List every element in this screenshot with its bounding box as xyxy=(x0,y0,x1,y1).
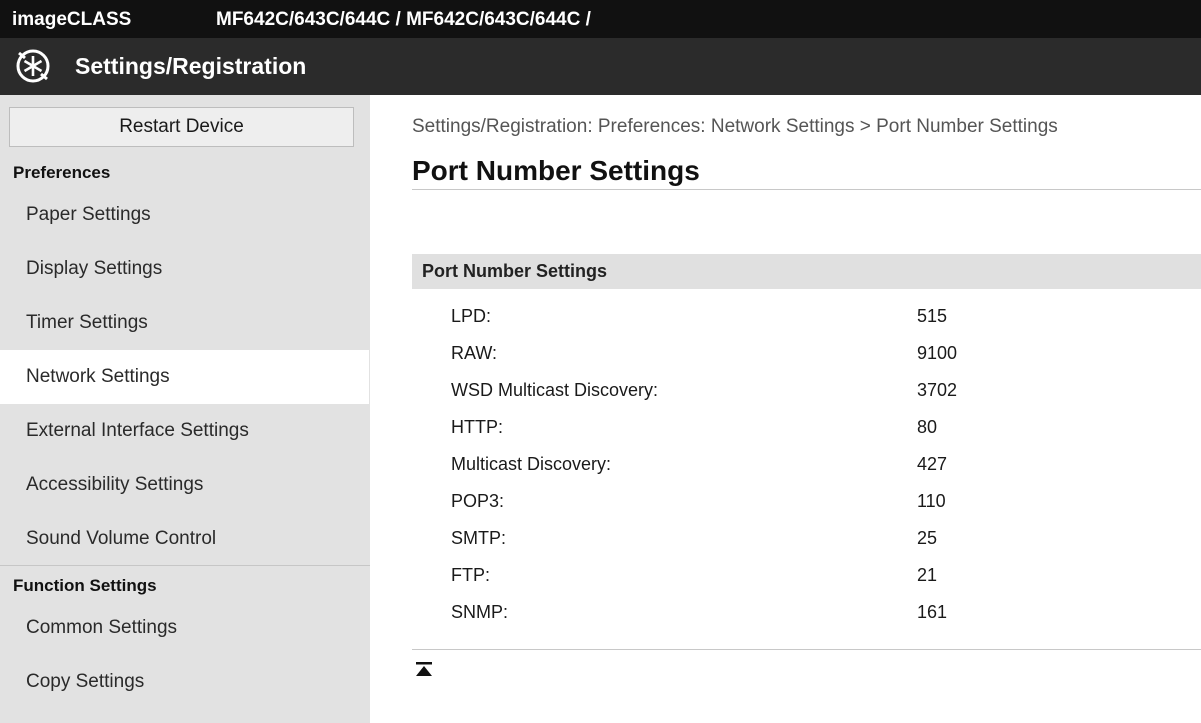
port-value: 25 xyxy=(917,528,938,548)
breadcrumb: Settings/Registration: Preferences: Netw… xyxy=(412,116,1058,137)
port-value: 9100 xyxy=(917,343,958,363)
sidebar-item-accessibility-settings[interactable]: Accessibility Settings xyxy=(0,458,370,512)
panel-heading: Port Number Settings xyxy=(412,254,1201,289)
sidebar-item-display-settings[interactable]: Display Settings xyxy=(0,242,370,296)
brand-name: imageCLASS xyxy=(12,9,132,30)
back-to-top-icon[interactable] xyxy=(414,661,434,679)
port-label: LPD: xyxy=(451,306,492,326)
main-content: Settings/Registration: Preferences: Netw… xyxy=(370,95,1201,723)
port-label: Multicast Discovery: xyxy=(451,454,612,474)
settings-logo-icon xyxy=(16,49,50,83)
port-row-snmp: SNMP: 161 xyxy=(412,594,1201,631)
port-label: WSD Multicast Discovery: xyxy=(451,380,659,400)
sidebar-item-sound-volume-control[interactable]: Sound Volume Control xyxy=(0,512,370,566)
port-row-pop3: POP3: 110 xyxy=(412,483,1201,520)
port-value: 110 xyxy=(917,491,946,511)
port-row-raw: RAW: 9100 xyxy=(412,335,1201,372)
sidebar: Restart Device Preferences Paper Setting… xyxy=(0,95,370,723)
port-value: 161 xyxy=(917,602,948,622)
port-row-smtp: SMTP: 25 xyxy=(412,520,1201,557)
port-value: 427 xyxy=(917,454,948,474)
restart-device-button[interactable]: Restart Device xyxy=(9,107,354,147)
port-label: POP3: xyxy=(451,491,505,511)
port-label: FTP: xyxy=(451,565,490,585)
port-row-multicast-discovery: Multicast Discovery: 427 xyxy=(412,446,1201,483)
sidebar-item-common-settings[interactable]: Common Settings xyxy=(0,601,370,655)
page-title: Port Number Settings xyxy=(412,155,700,186)
port-row-wsd-multicast-discovery: WSD Multicast Discovery: 3702 xyxy=(412,372,1201,409)
port-label: SNMP: xyxy=(451,602,509,622)
port-row-ftp: FTP: 21 xyxy=(412,557,1201,594)
title-divider xyxy=(412,189,1201,190)
port-value: 515 xyxy=(917,306,948,326)
section-heading-preferences: Preferences xyxy=(13,163,111,182)
page-heading: Settings/Registration xyxy=(75,53,307,79)
port-label: RAW: xyxy=(451,343,498,363)
model-name: MF642C/643C/644C / MF642C/643C/644C / xyxy=(216,9,591,30)
top-bar: imageCLASS MF642C/643C/644C / MF642C/643… xyxy=(0,0,1201,38)
title-bar: Settings/Registration xyxy=(0,38,1201,95)
port-row-http: HTTP: 80 xyxy=(412,409,1201,446)
sidebar-item-paper-settings[interactable]: Paper Settings xyxy=(0,188,370,242)
port-label: HTTP: xyxy=(451,417,503,437)
bottom-divider xyxy=(412,649,1201,650)
port-row-lpd: LPD: 515 xyxy=(412,298,1201,335)
section-divider xyxy=(0,565,370,566)
port-value: 3702 xyxy=(917,380,958,400)
port-value: 21 xyxy=(917,565,938,585)
sidebar-item-timer-settings[interactable]: Timer Settings xyxy=(0,296,370,350)
section-heading-function-settings: Function Settings xyxy=(13,576,157,595)
port-label: SMTP: xyxy=(451,528,507,548)
sidebar-item-copy-settings[interactable]: Copy Settings xyxy=(0,655,370,709)
sidebar-item-network-settings[interactable]: Network Settings xyxy=(0,350,369,404)
port-value: 80 xyxy=(917,417,938,437)
sidebar-item-external-interface-settings[interactable]: External Interface Settings xyxy=(0,404,370,458)
